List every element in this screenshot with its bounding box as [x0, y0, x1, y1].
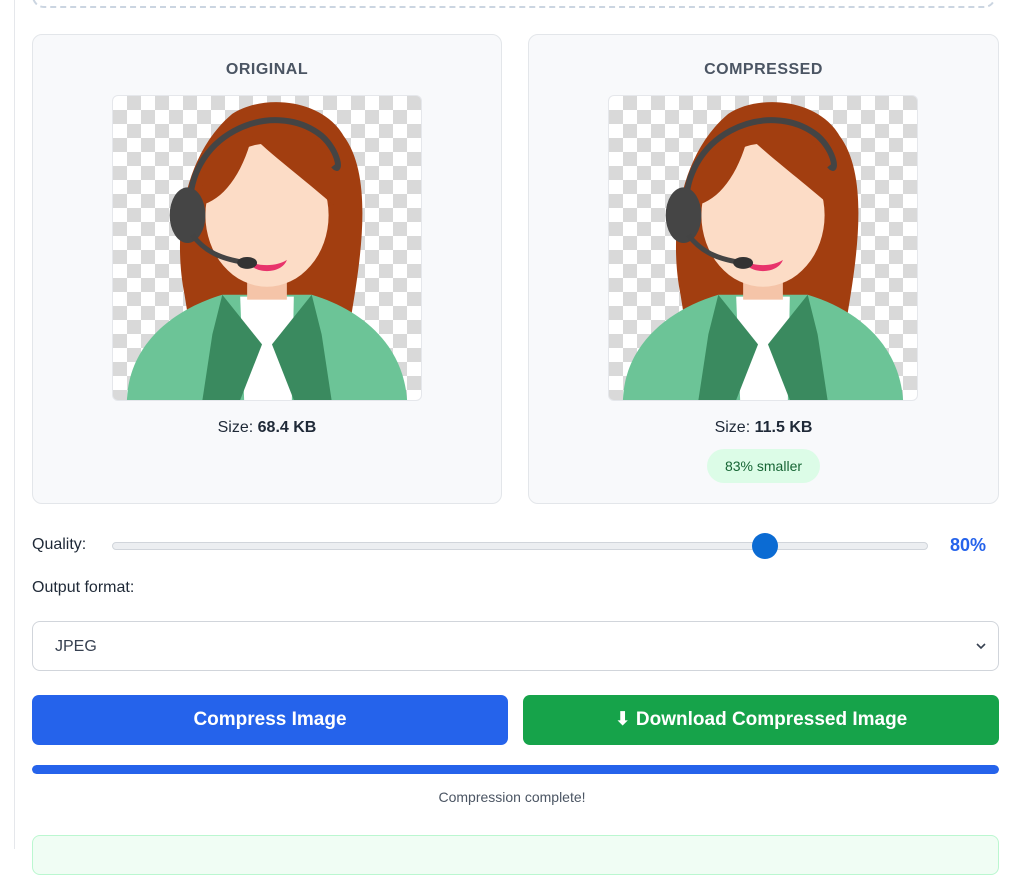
- quality-slider-track[interactable]: [112, 542, 928, 550]
- compressed-preview-image: [608, 95, 918, 401]
- progress-bar-fill: [32, 765, 999, 774]
- compressed-size-label: Size:: [714, 419, 751, 436]
- original-size: Size: 68.4 KB: [33, 419, 501, 437]
- original-title: ORIGINAL: [225, 61, 309, 78]
- progress-bar: [32, 765, 999, 774]
- original-size-value: 68.4 KB: [257, 419, 317, 436]
- quality-slider-thumb[interactable]: [751, 533, 778, 559]
- avatar-illustration: [126, 102, 408, 400]
- output-format-label: Output format:: [32, 579, 135, 596]
- upload-dropzone[interactable]: [32, 0, 996, 8]
- compressed-size-value: 11.5 KB: [754, 419, 813, 436]
- quality-value: 80%: [950, 535, 987, 555]
- original-preview-image: [112, 95, 422, 401]
- output-format-select[interactable]: JPEG: [32, 621, 999, 671]
- compressed-title: COMPRESSED: [704, 61, 823, 78]
- avatar-illustration: [622, 102, 904, 400]
- compressed-size: Size: 11.5 KB: [529, 419, 998, 437]
- page-left-border: [14, 0, 15, 849]
- original-panel: ORIGINAL Size: 68.4 KB: [32, 34, 502, 504]
- savings-badge: 83% smaller: [707, 449, 820, 483]
- output-format-value: JPEG: [55, 638, 97, 655]
- download-compressed-button[interactable]: ⬇ Download Compressed Image: [523, 695, 999, 745]
- result-box: [32, 835, 999, 875]
- compress-image-button[interactable]: Compress Image: [32, 695, 508, 745]
- status-message: Compression complete!: [438, 789, 586, 805]
- quality-label: Quality:: [32, 536, 87, 553]
- original-size-label: Size:: [217, 419, 254, 436]
- quality-slider[interactable]: [112, 533, 928, 559]
- compressed-panel: COMPRESSED Size: 11.5 KB 83% smaller: [528, 34, 999, 504]
- chevron-down-icon: [976, 643, 986, 650]
